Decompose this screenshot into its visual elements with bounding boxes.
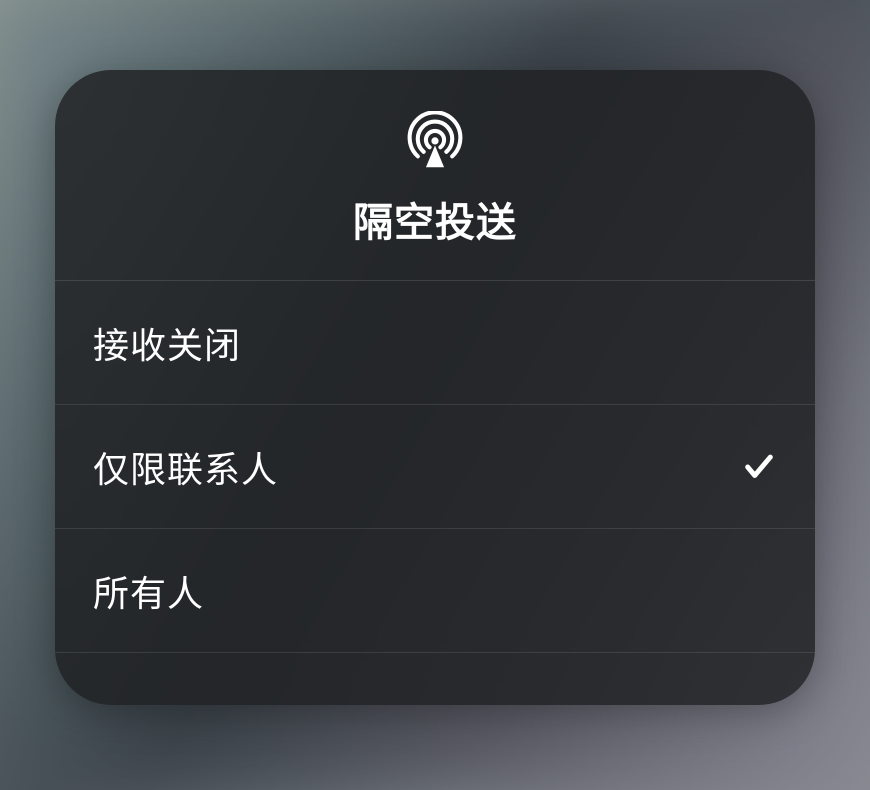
airdrop-settings-panel: 隔空投送 接收关闭 仅限联系人 所有人	[55, 70, 815, 705]
option-label: 所有人	[93, 565, 204, 617]
airdrop-icon	[405, 110, 465, 170]
airdrop-options-list: 接收关闭 仅限联系人 所有人	[55, 281, 815, 653]
option-label: 仅限联系人	[93, 441, 278, 493]
panel-header: 隔空投送	[55, 70, 815, 281]
panel-footer	[55, 653, 815, 705]
option-receiving-off[interactable]: 接收关闭	[55, 281, 815, 405]
option-everyone[interactable]: 所有人	[55, 529, 815, 653]
panel-title: 隔空投送	[353, 190, 517, 248]
checkmark-icon	[741, 449, 777, 485]
option-contacts-only[interactable]: 仅限联系人	[55, 405, 815, 529]
option-label: 接收关闭	[93, 317, 241, 369]
